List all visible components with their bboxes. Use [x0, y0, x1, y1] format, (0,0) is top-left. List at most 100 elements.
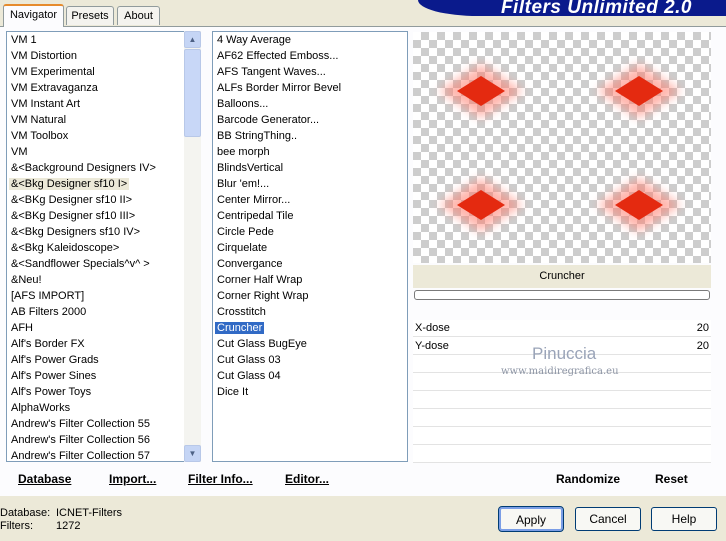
tab-about[interactable]: About: [117, 6, 160, 25]
filter-item[interactable]: Balloons...: [213, 96, 407, 112]
filter-list[interactable]: 4 Way Average AF62 Effected Emboss... AFS …: [212, 31, 408, 462]
filter-item[interactable]: Blur 'em!...: [213, 176, 407, 192]
filter-item[interactable]: Cirquelate: [213, 240, 407, 256]
cancel-button[interactable]: Cancel: [575, 507, 641, 531]
filter-item-label: Cut Glass 04: [217, 370, 281, 382]
category-item[interactable]: AB Filters 2000: [7, 304, 185, 320]
filter-item[interactable]: Cruncher: [213, 320, 407, 336]
category-item-label: VM Toolbox: [11, 130, 69, 142]
filter-item[interactable]: Circle Pede: [213, 224, 407, 240]
category-item-label: Andrew's Filter Collection 57: [11, 450, 151, 462]
param-row-x-dose[interactable]: X-dose 20: [413, 320, 711, 337]
filter-item[interactable]: AFS Tangent Waves...: [213, 64, 407, 80]
category-item[interactable]: &Neu!: [7, 272, 185, 288]
category-item[interactable]: Alf's Power Grads: [7, 352, 185, 368]
tab-navigator[interactable]: Navigator: [3, 4, 64, 27]
filter-item[interactable]: Cut Glass 04: [213, 368, 407, 384]
filter-item[interactable]: Crosstitch: [213, 304, 407, 320]
filter-item-label: Centripedal Tile: [217, 210, 294, 222]
filter-item-label: AF62 Effected Emboss...: [217, 50, 339, 62]
category-item[interactable]: &<Bkg Designers sf10 IV>: [7, 224, 185, 240]
filter-item-label: BB StringThing..: [217, 130, 298, 142]
category-item[interactable]: VM Distortion: [7, 48, 185, 64]
category-item-label: VM Experimental: [11, 66, 95, 78]
category-item[interactable]: VM Instant Art: [7, 96, 185, 112]
watermark-url: www.maidiregrafica.eu: [501, 366, 619, 377]
filter-item[interactable]: Center Mirror...: [213, 192, 407, 208]
category-item[interactable]: Alf's Border FX: [7, 336, 185, 352]
filter-item[interactable]: 4 Way Average: [213, 32, 407, 48]
filter-item[interactable]: AF62 Effected Emboss...: [213, 48, 407, 64]
category-item[interactable]: &<BKg Designer sf10 II>: [7, 192, 185, 208]
category-item[interactable]: Andrew's Filter Collection 56: [7, 432, 185, 448]
progress-bar: [414, 290, 710, 300]
import-button[interactable]: Import...: [109, 472, 156, 486]
category-item[interactable]: &<Background Designers IV>: [7, 160, 185, 176]
category-item[interactable]: VM Extravaganza: [7, 80, 185, 96]
category-item[interactable]: Alf's Power Sines: [7, 368, 185, 384]
filter-item[interactable]: ALFs Border Mirror Bevel: [213, 80, 407, 96]
reset-button[interactable]: Reset: [655, 472, 688, 486]
category-scrollbar[interactable]: ▲ ▼: [184, 31, 201, 462]
filter-item-label: bee morph: [217, 146, 270, 158]
tab-label: About: [124, 10, 153, 22]
database-button[interactable]: Database: [18, 472, 71, 486]
filter-item-label: Crosstitch: [217, 306, 266, 318]
filter-item[interactable]: Corner Half Wrap: [213, 272, 407, 288]
category-item-label: &<Bkg Designer sf10 I>: [9, 178, 130, 190]
filter-item-label: Convergance: [217, 258, 283, 270]
category-item[interactable]: VM Natural: [7, 112, 185, 128]
help-button[interactable]: Help: [651, 507, 717, 531]
category-item-label: Alf's Power Grads: [11, 354, 99, 366]
filter-item[interactable]: Convergance: [213, 256, 407, 272]
category-item[interactable]: VM: [7, 144, 185, 160]
filter-item-label: Corner Half Wrap: [217, 274, 303, 286]
category-item[interactable]: AlphaWorks: [7, 400, 185, 416]
filter-item[interactable]: bee morph: [213, 144, 407, 160]
filter-item[interactable]: Centripedal Tile: [213, 208, 407, 224]
param-row-empty: [413, 410, 711, 427]
param-value[interactable]: 20: [697, 338, 709, 354]
scroll-thumb[interactable]: [184, 49, 201, 137]
category-list[interactable]: VM 1 VM Distortion VM Experimental VM Extra…: [6, 31, 185, 462]
category-item[interactable]: &<Bkg Kaleidoscope>: [7, 240, 185, 256]
filter-item-label: Circle Pede: [217, 226, 274, 238]
scroll-up-button[interactable]: ▲: [184, 31, 201, 48]
filter-item-label: Cirquelate: [217, 242, 268, 254]
randomize-button[interactable]: Randomize: [556, 472, 620, 486]
category-item[interactable]: &<Sandflower Specials^v^ >: [7, 256, 185, 272]
category-item[interactable]: Alf's Power Toys: [7, 384, 185, 400]
category-item[interactable]: Andrew's Filter Collection 55: [7, 416, 185, 432]
filter-item[interactable]: BlindsVertical: [213, 160, 407, 176]
category-item-label: &<Sandflower Specials^v^ >: [11, 258, 150, 270]
filter-item-label: Balloons...: [217, 98, 269, 110]
filter-item[interactable]: Barcode Generator...: [213, 112, 407, 128]
apply-button[interactable]: Apply: [498, 506, 564, 532]
param-value[interactable]: 20: [697, 320, 709, 336]
filter-item[interactable]: Corner Right Wrap: [213, 288, 407, 304]
editor-button[interactable]: Editor...: [285, 472, 329, 486]
filter-info-button[interactable]: Filter Info...: [188, 472, 253, 486]
preview-diamond: [439, 64, 523, 118]
tab-presets[interactable]: Presets: [66, 6, 114, 25]
filter-item[interactable]: Dice It: [213, 384, 407, 400]
category-item[interactable]: AFH: [7, 320, 185, 336]
category-item[interactable]: [AFS IMPORT]: [7, 288, 185, 304]
category-item[interactable]: &<Bkg Designer sf10 I>: [7, 176, 185, 192]
filter-item[interactable]: Cut Glass BugEye: [213, 336, 407, 352]
scroll-down-button[interactable]: ▼: [184, 445, 201, 462]
category-item[interactable]: &<BKg Designer sf10 III>: [7, 208, 185, 224]
category-item[interactable]: Andrew's Filter Collection 57: [7, 448, 185, 462]
category-item-label: AB Filters 2000: [11, 306, 87, 318]
category-item[interactable]: VM 1: [7, 32, 185, 48]
category-item[interactable]: VM Toolbox: [7, 128, 185, 144]
category-item-label: Alf's Power Sines: [11, 370, 97, 382]
category-item-label: VM Distortion: [11, 50, 78, 62]
category-item-label: VM Instant Art: [11, 98, 81, 110]
filter-item[interactable]: BB StringThing..: [213, 128, 407, 144]
category-item-label: VM Extravaganza: [11, 82, 98, 94]
category-item[interactable]: VM Experimental: [7, 64, 185, 80]
param-label: X-dose: [415, 322, 450, 334]
filter-item-label: ALFs Border Mirror Bevel: [217, 82, 342, 94]
filter-item[interactable]: Cut Glass 03: [213, 352, 407, 368]
